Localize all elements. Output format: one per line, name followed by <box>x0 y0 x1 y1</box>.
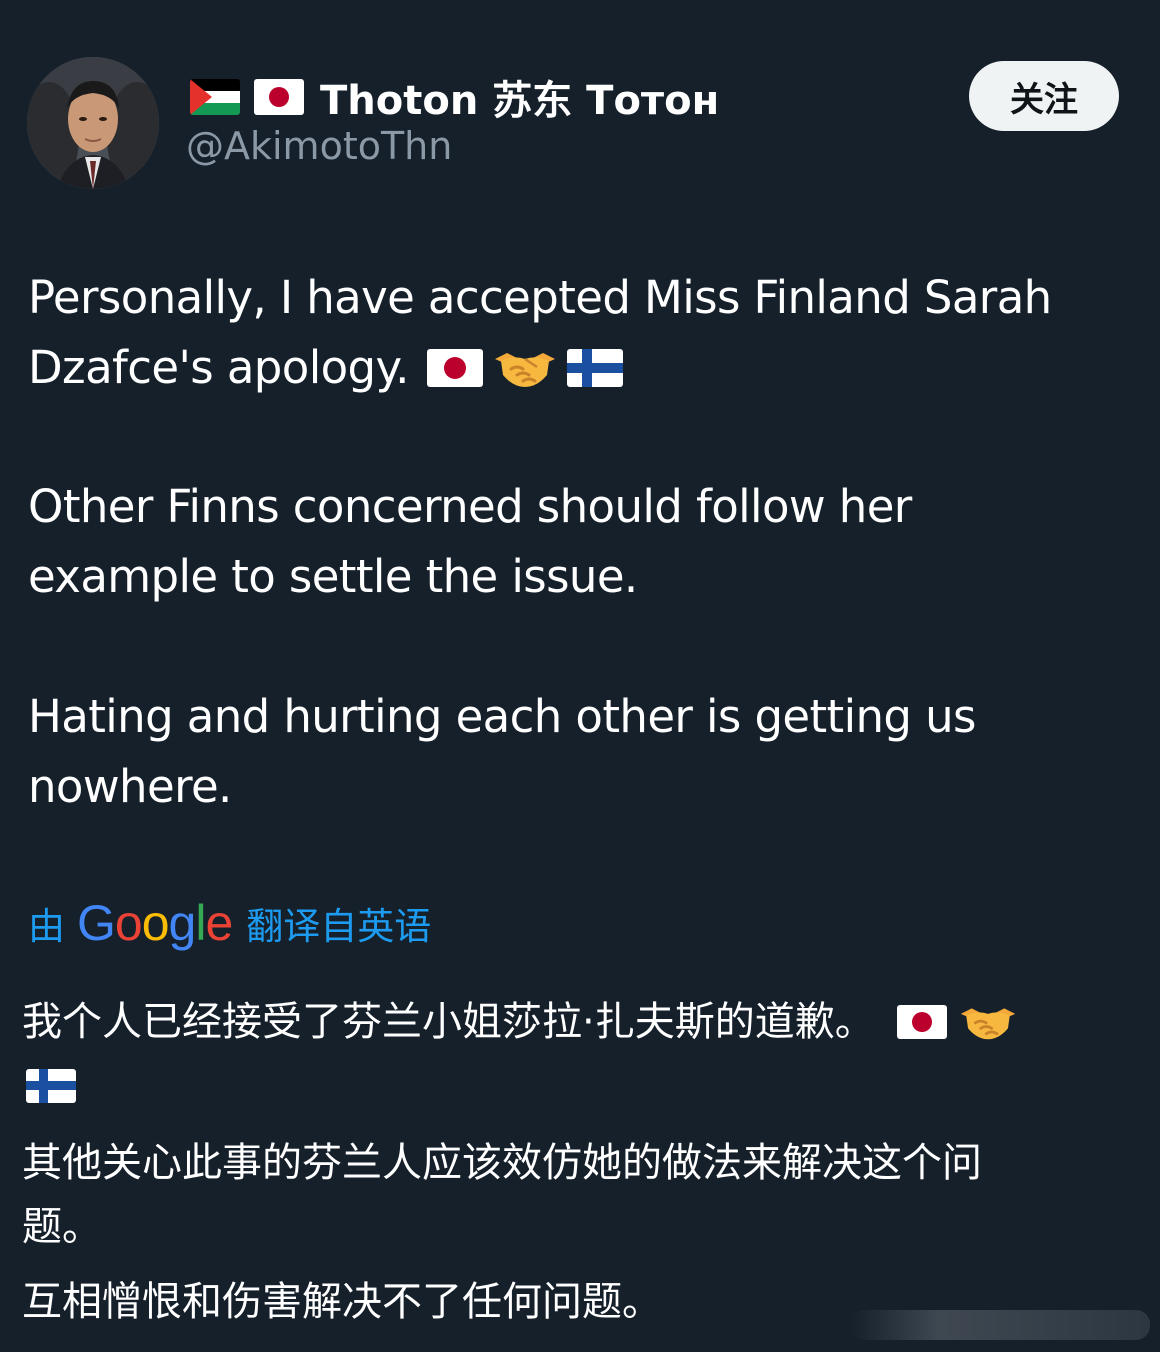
translated-line: 我个人已经接受了芬兰小姐莎拉·扎夫斯的道歉。 <box>22 990 1132 1054</box>
tweet-paragraph-3: Hating and hurting each other is getting… <box>28 682 1128 822</box>
tweet-line: Other Finns concerned should follow her <box>28 480 912 533</box>
japan-flag-icon <box>254 79 304 115</box>
google-logo-letter: g <box>168 895 197 951</box>
translated-by-suffix: 翻译自英语 <box>246 905 432 948</box>
translated-line <box>22 1054 1132 1118</box>
finland-flag-icon <box>26 1069 76 1103</box>
tweet-line: Personally, I have accepted Miss Finland… <box>28 271 1052 324</box>
google-logo: G o o g l e <box>77 894 233 952</box>
google-logo-letter: o <box>141 895 170 951</box>
translated-by-prefix: 由 <box>28 905 65 948</box>
emoji-group <box>426 345 633 391</box>
palestine-flag-icon <box>190 79 240 115</box>
japan-flag-icon <box>426 349 483 387</box>
translated-paragraph-1: 我个人已经接受了芬兰小姐莎拉·扎夫斯的道歉。 <box>22 990 1132 1118</box>
avatar[interactable] <box>27 57 159 189</box>
tweet-line-text: Dzafce's apology. <box>28 341 409 394</box>
translated-line: 其他关心此事的芬兰人应该效仿她的做法来解决这个问 <box>22 1140 982 1186</box>
translated-paragraph-2: 其他关心此事的芬兰人应该效仿她的做法来解决这个问 题。 <box>22 1131 1132 1259</box>
translated-line: 题。 <box>22 1204 102 1250</box>
handshake-icon <box>959 1001 1017 1043</box>
finland-flag-icon <box>566 349 623 387</box>
google-logo-letter: l <box>195 895 206 951</box>
translated-line-text: 我个人已经接受了芬兰小姐莎拉·扎夫斯的道歉。 <box>22 999 875 1045</box>
tweet-line: nowhere. <box>28 760 232 813</box>
tweet-paragraph-1: Personally, I have accepted Miss Finland… <box>28 263 1128 403</box>
user-handle[interactable]: @AkimotoThn <box>186 124 452 168</box>
japan-flag-icon <box>896 1005 947 1039</box>
display-name[interactable]: Thoton 苏东 Тотон <box>320 68 719 126</box>
google-logo-letter: e <box>205 895 233 951</box>
follow-button[interactable]: 关注 <box>969 61 1119 131</box>
author-name-row[interactable]: Thoton 苏东 Тотон <box>190 72 719 124</box>
tweet-line: Hating and hurting each other is getting… <box>28 690 976 743</box>
google-logo-letter: G <box>77 895 116 951</box>
tweet-line: Dzafce's apology. <box>28 333 1128 403</box>
google-logo-letter: o <box>114 895 143 951</box>
translated-by-link[interactable]: 由 G o o g l e 翻译自英语 <box>28 893 431 953</box>
tweet-paragraph-2: Other Finns concerned should follow her … <box>28 472 1128 612</box>
tweet-line: example to settle the issue. <box>28 550 638 603</box>
watermark <box>850 1310 1150 1340</box>
handshake-icon <box>493 345 557 391</box>
